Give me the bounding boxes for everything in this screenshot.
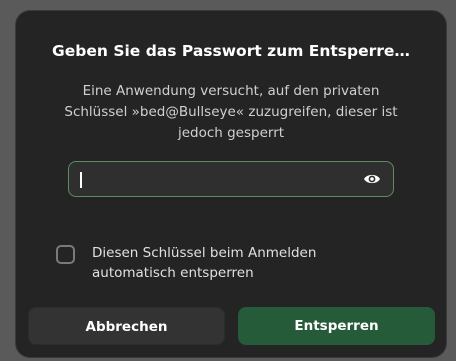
unlock-button[interactable]: Entsperren xyxy=(238,307,435,345)
dialog-message: Eine Anwendung versucht, auf den private… xyxy=(64,83,398,141)
text-caret xyxy=(80,172,82,188)
unlock-dialog: Geben Sie das Passwort zum Entsperre… Ei… xyxy=(16,11,446,357)
password-input[interactable] xyxy=(68,161,394,197)
eye-icon[interactable] xyxy=(363,171,381,187)
cancel-button[interactable]: Abbrechen xyxy=(28,307,225,345)
auto-unlock-checkbox[interactable] xyxy=(56,245,75,264)
dialog-title: Geben Sie das Passwort zum Entsperre… xyxy=(52,42,410,60)
auto-unlock-label[interactable]: Diesen Schlüssel beim Anmelden automatis… xyxy=(92,243,392,283)
